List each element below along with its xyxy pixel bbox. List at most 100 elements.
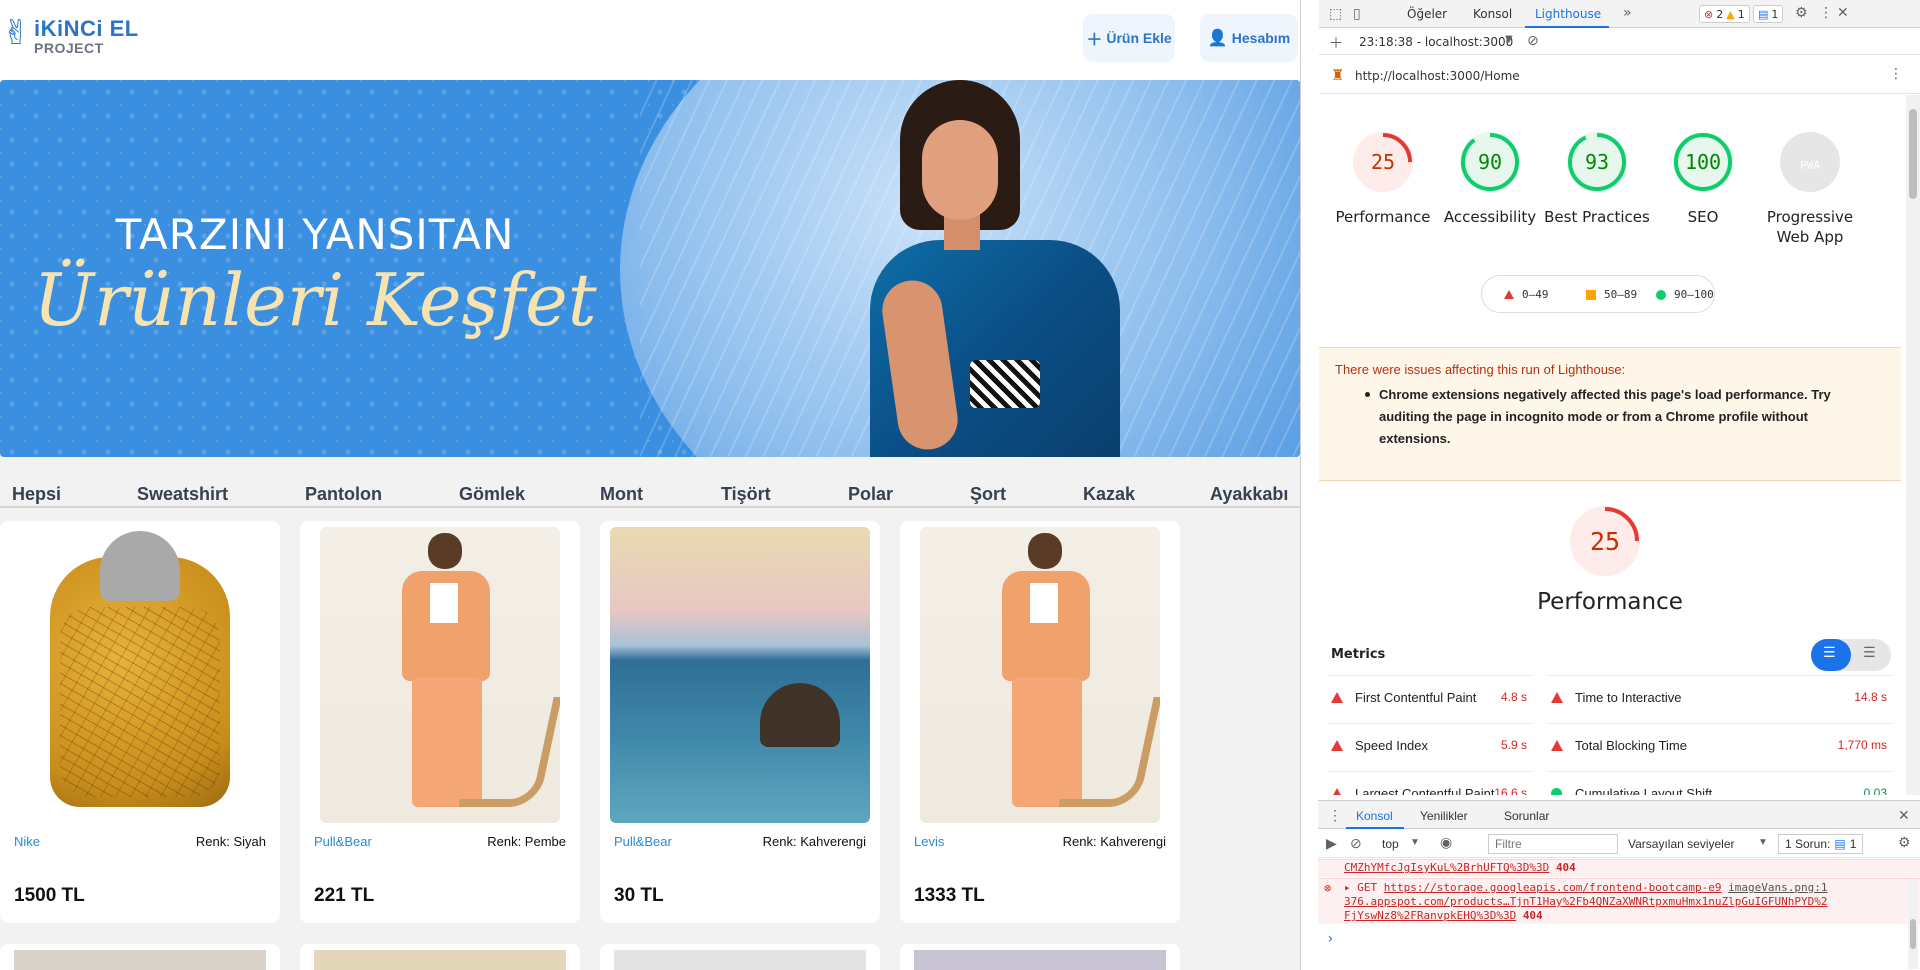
product-card[interactable] [600, 944, 880, 970]
inspect-element-icon[interactable]: ⬚ [1329, 6, 1342, 22]
product-card[interactable]: Nike Renk: Siyah 1500 TL [0, 521, 280, 923]
request-url-end[interactable]: FjYswNz8%2FRanvpkEHQ%3D%3D [1344, 909, 1516, 922]
report-select[interactable]: 23:18:38 - localhost:3000 [1359, 35, 1513, 49]
web-page: ✌ iKiNCi EL PROJECT ＋ Ürün Ekle 👤 Hesabı… [0, 0, 1300, 970]
error-count: 2 [1716, 7, 1724, 21]
product-color: Renk: Pembe [487, 834, 566, 849]
clear-icon[interactable]: ⊘ [1527, 33, 1539, 49]
issues-counter[interactable]: ⊗ 2 ▲ 1 [1699, 5, 1750, 23]
category-mont[interactable]: Mont [600, 484, 643, 505]
category-kazak[interactable]: Kazak [1083, 484, 1135, 505]
device-toolbar-icon[interactable]: ▯ [1353, 6, 1361, 22]
compact-view-button[interactable]: ☰ [1811, 639, 1851, 671]
report-menu-icon[interactable]: ⋮ [1889, 66, 1903, 82]
sidebar-toggle-icon[interactable]: ▶ [1326, 835, 1337, 852]
banner-headline: TARZINI YANSITAN [115, 210, 515, 259]
info-count: 1 [1771, 7, 1779, 21]
metrics-heading: Metrics [1331, 647, 1386, 662]
request-url-cont[interactable]: 376.appspot.com/products…TjnT1Hay%2Fb4QN… [1344, 895, 1827, 908]
context-chevron-icon[interactable]: ▼ [1410, 837, 1420, 848]
lines-icon: ☰ [1823, 645, 1836, 661]
gauge-score[interactable]: 90 [1478, 150, 1502, 174]
drawer-tab-whats-new[interactable]: Yenilikler [1420, 809, 1468, 823]
product-brand: Pull&Bear [614, 834, 672, 849]
gauge-score[interactable]: 93 [1585, 150, 1609, 174]
legend-pass: 90–100 [1656, 288, 1714, 301]
levels-chevron-icon[interactable]: ▼ [1758, 837, 1768, 848]
product-card[interactable]: Pull&Bear Renk: Kahverengi 30 TL [600, 521, 880, 923]
request-url[interactable]: https://storage.googleapis.com/frontend-… [1384, 881, 1722, 894]
account-button[interactable]: 👤 Hesabım [1200, 14, 1298, 62]
product-card[interactable] [300, 944, 580, 970]
new-report-plus-icon[interactable]: ＋ [1329, 33, 1343, 53]
close-icon[interactable]: ✕ [1837, 5, 1849, 21]
report-scrollbar[interactable] [1906, 95, 1920, 795]
source-link[interactable]: imageVans.png:1 [1728, 881, 1827, 894]
more-tabs-icon[interactable]: » [1623, 5, 1632, 21]
site-logo[interactable]: ✌ iKiNCi EL PROJECT [2, 14, 142, 58]
product-card[interactable] [0, 944, 280, 970]
log-levels-select[interactable]: Varsayılan seviyeler [1628, 837, 1735, 851]
console-settings-gear-icon[interactable]: ⚙ [1898, 834, 1911, 851]
user-icon: 👤 [1207, 30, 1228, 47]
category-polar[interactable]: Polar [848, 484, 893, 505]
hero-banner[interactable]: TARZINI YANSITAN Ürünleri Keşfet [0, 80, 1300, 457]
category-sweatshirt[interactable]: Sweatshirt [137, 484, 228, 505]
site-header: ✌ iKiNCi EL PROJECT ＋ Ürün Ekle 👤 Hesabı… [0, 0, 1300, 80]
gear-icon[interactable]: ⚙ [1795, 5, 1808, 21]
drawer-tab-console[interactable]: Konsol [1356, 809, 1393, 823]
error-url[interactable]: CMZhYMfcJgIsyKuL%2BrhUFTQ%3D%3D [1344, 861, 1549, 874]
issues-button[interactable]: 1 Sorun: ▤ 1 [1778, 834, 1864, 854]
gauge-score[interactable]: PWA [1800, 159, 1820, 172]
metrics-view-toggle[interactable]: ☰ ☰ [1811, 639, 1891, 671]
category-pantolon[interactable]: Pantolon [305, 484, 382, 505]
fail-triangle-icon [1331, 692, 1343, 703]
tab-lighthouse[interactable]: Lighthouse [1535, 7, 1601, 21]
add-product-button[interactable]: ＋ Ürün Ekle [1083, 14, 1175, 62]
gauge-score[interactable]: 100 [1685, 150, 1721, 174]
drawer-tab-issues[interactable]: Sorunlar [1504, 809, 1549, 823]
performance-heading: Performance [1537, 589, 1683, 615]
tab-console[interactable]: Konsol [1473, 7, 1512, 21]
expand-triangle-icon[interactable]: ▸ [1344, 881, 1351, 894]
clear-console-icon[interactable]: ⊘ [1350, 835, 1362, 852]
green-circle-icon [1656, 289, 1666, 300]
banner-script-title: Ürünleri Keşfet [33, 258, 597, 342]
legend-average-label: 50–89 [1604, 288, 1638, 301]
console-prompt[interactable]: › [1326, 931, 1334, 947]
product-color: Renk: Siyah [195, 834, 266, 849]
add-product-label: Ürün Ekle [1106, 30, 1172, 46]
info-counter[interactable]: ▤ 1 [1753, 5, 1784, 23]
context-select[interactable]: top [1382, 837, 1399, 851]
close-drawer-icon[interactable]: ✕ [1898, 807, 1910, 824]
eye-icon[interactable]: ◉ [1440, 834, 1452, 851]
console-scrollbar[interactable] [1908, 879, 1918, 969]
drawer-menu-icon[interactable]: ⋮ [1328, 807, 1342, 824]
kebab-menu-icon[interactable]: ⋮ [1819, 5, 1833, 21]
account-label: Hesabım [1231, 30, 1291, 46]
console-scrollbar-thumb[interactable] [1910, 919, 1916, 949]
red-triangle-icon [1504, 290, 1514, 299]
category-sort[interactable]: Şort [970, 484, 1006, 505]
category-gomlek[interactable]: Gömlek [459, 484, 525, 505]
report-url[interactable]: http://localhost:3000/Home [1355, 69, 1520, 83]
product-brand: Nike [14, 834, 41, 849]
category-hepsi[interactable]: Hepsi [12, 484, 61, 505]
console-filter-input[interactable] [1488, 834, 1618, 854]
chevron-down-icon[interactable]: ▼ [1505, 34, 1513, 45]
product-card[interactable] [900, 944, 1180, 970]
report-scrollbar-thumb[interactable] [1909, 109, 1917, 199]
gauge-label-best-practices: Best Practices [1544, 208, 1650, 226]
product-card[interactable]: Pull&Bear Renk: Pembe 221 TL [300, 521, 580, 923]
tab-elements[interactable]: Öğeler [1407, 7, 1447, 21]
category-ayakkabi[interactable]: Ayakkabı [1210, 484, 1288, 505]
category-tisort[interactable]: Tişört [721, 484, 771, 505]
active-tab-underline [1525, 26, 1609, 28]
product-image [920, 527, 1160, 823]
fail-triangle-icon [1331, 740, 1343, 751]
gauge-score[interactable]: 25 [1371, 150, 1395, 174]
expanded-view-icon[interactable]: ☰ [1863, 645, 1876, 661]
drawer-active-underline [1346, 827, 1404, 829]
product-image [20, 527, 260, 823]
product-card[interactable]: Levis Renk: Kahverengi 1333 TL [900, 521, 1180, 923]
